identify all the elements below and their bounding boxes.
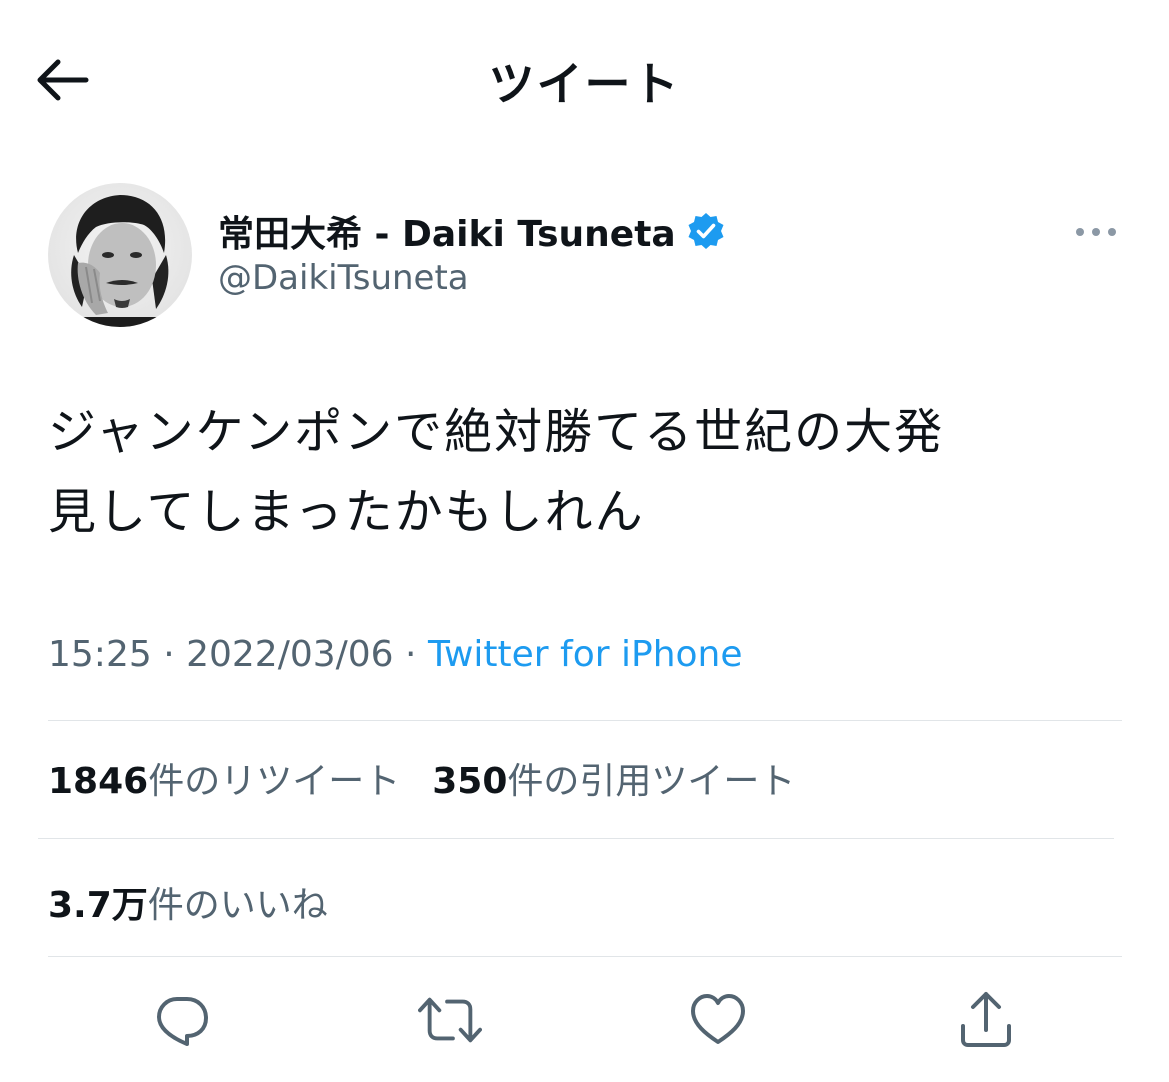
- more-horizontal-icon: [1076, 228, 1116, 236]
- retweets-stat[interactable]: 1846件のリツイート: [48, 752, 400, 804]
- top-bar: ツイート: [0, 0, 1169, 160]
- tweet-source-link[interactable]: Twitter for iPhone: [428, 634, 743, 675]
- display-name: 常田大希 - Daiki Tsuneta: [218, 214, 676, 255]
- like-button[interactable]: [686, 988, 750, 1052]
- tweet-text-line-1: ジャンケンポンで絶対勝てる世紀の大発: [48, 404, 945, 460]
- reply-button[interactable]: [150, 988, 214, 1052]
- retweet-icon: [418, 997, 482, 1043]
- divider: [38, 838, 1114, 839]
- retweets-label: 件のリツイート: [148, 761, 401, 802]
- quotes-label: 件の引用ツイート: [507, 761, 796, 802]
- meta-separator: ·: [393, 634, 428, 675]
- avatar-image: [48, 183, 192, 327]
- handle[interactable]: @DaikiTsuneta: [218, 258, 469, 298]
- quotes-stat[interactable]: 350件の引用ツイート: [432, 752, 795, 804]
- tweet-meta: 15:25 · 2022/03/06 · Twitter for iPhone: [48, 634, 743, 675]
- tweet-time[interactable]: 15:25: [48, 634, 152, 675]
- likes-label: 件のいいね: [147, 885, 328, 926]
- tweet-detail-page: ツイート 常田大希 - Daiki Tsuneta @DaikiTsuneta …: [0, 0, 1169, 1082]
- share-button[interactable]: [954, 988, 1018, 1052]
- quotes-count: 350: [432, 761, 508, 802]
- retweet-button[interactable]: [418, 988, 482, 1052]
- retweets-count: 1846: [48, 761, 149, 802]
- reply-icon: [157, 997, 208, 1046]
- meta-separator: ·: [151, 634, 187, 675]
- heart-icon: [691, 994, 745, 1044]
- page-title: ツイート: [488, 57, 681, 111]
- avatar[interactable]: [48, 183, 192, 327]
- tweet-text: ジャンケンポンで絶対勝てる世紀の大発 見してしまったかもしれん: [48, 392, 1128, 552]
- tweet-text-line-2: 見してしまったかもしれん: [48, 484, 645, 540]
- divider: [48, 956, 1122, 957]
- verified-badge-icon: [686, 211, 726, 251]
- author-name-row[interactable]: 常田大希 - Daiki Tsuneta: [218, 204, 726, 258]
- share-icon: [961, 992, 1011, 1047]
- likes-stat[interactable]: 3.7万件のいいね: [48, 876, 328, 928]
- likes-count: 3.7万: [48, 885, 148, 926]
- more-options-button[interactable]: [1068, 212, 1124, 252]
- divider: [48, 720, 1122, 721]
- stats-row: 1846件のリツイート 350件の引用ツイート: [48, 752, 795, 804]
- tweet-date[interactable]: 2022/03/06: [186, 634, 394, 675]
